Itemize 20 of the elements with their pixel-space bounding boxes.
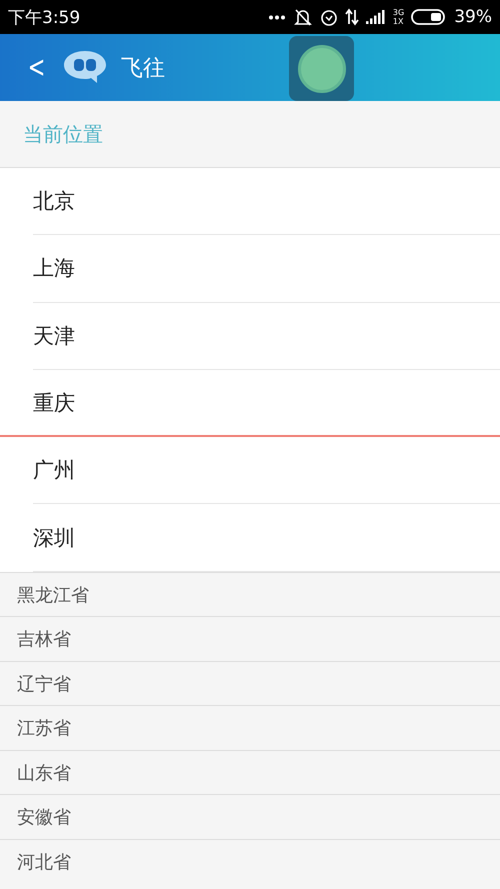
signal-icon xyxy=(366,10,386,24)
more-icon xyxy=(268,14,286,20)
back-button[interactable]: < xyxy=(28,52,46,82)
province-item[interactable]: 辽宁省 xyxy=(0,660,500,706)
battery-icon xyxy=(411,9,448,25)
section-title: 当前位置 xyxy=(23,120,103,148)
province-item[interactable]: 山东省 xyxy=(0,750,500,794)
mute-icon xyxy=(292,8,313,26)
city-item[interactable]: 天津 xyxy=(33,302,500,370)
city-item[interactable]: 上海 xyxy=(33,235,500,303)
city-item[interactable]: 广州 xyxy=(33,437,500,504)
city-item[interactable]: 重庆 xyxy=(0,370,500,438)
network-type: 3G 1X xyxy=(392,8,404,26)
status-time: 下午3:59 xyxy=(8,6,80,28)
floating-button[interactable] xyxy=(289,36,354,101)
page-title: 飞往 xyxy=(121,54,166,82)
city-item[interactable]: 北京 xyxy=(33,168,500,236)
data-arrows-icon xyxy=(344,8,359,26)
province-item[interactable]: 黑龙江省 xyxy=(0,572,500,616)
battery-percent: 39% xyxy=(454,7,492,27)
